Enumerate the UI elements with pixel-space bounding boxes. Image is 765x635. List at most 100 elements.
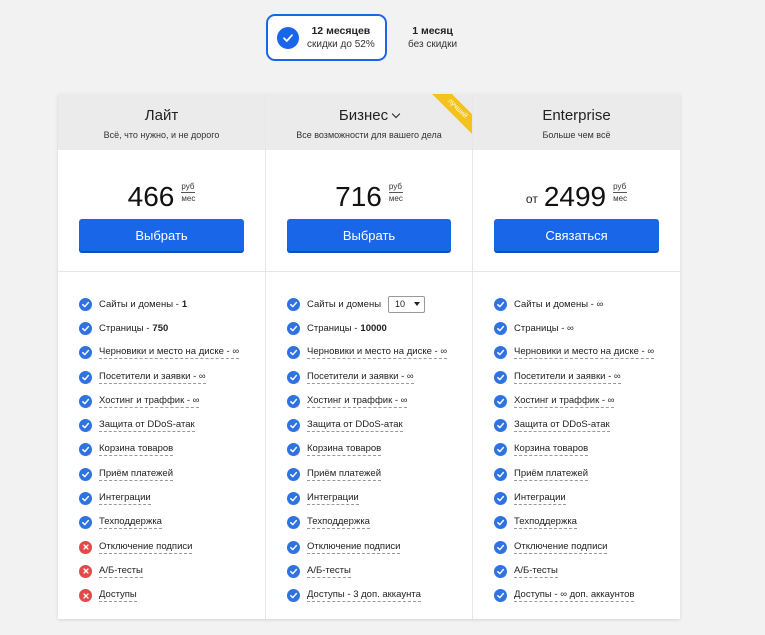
feature-item: Отключение подписи bbox=[287, 535, 472, 559]
check-circle-icon bbox=[494, 346, 507, 360]
feature-item: Защита от DDoS-атак bbox=[79, 413, 265, 437]
check-circle-icon bbox=[494, 443, 507, 457]
feature-item: Защита от DDoS-атак bbox=[494, 413, 680, 437]
feature-label[interactable]: А/Б-тесты bbox=[307, 565, 351, 578]
feature-label[interactable]: Защита от DDoS-атак bbox=[307, 419, 403, 433]
contact-button[interactable]: Связаться bbox=[494, 219, 659, 251]
feature-label[interactable]: Приём платежей bbox=[514, 468, 589, 481]
choose-plan-button[interactable]: Выбрать bbox=[79, 219, 244, 251]
feature-label[interactable]: Техподдержка bbox=[514, 516, 577, 530]
feature-label[interactable]: Посетители и заявки - ∞ bbox=[307, 371, 414, 384]
price-currency: руб bbox=[613, 182, 628, 193]
feature-label[interactable]: Черновики и место на диске - ∞ bbox=[99, 346, 240, 360]
price-prefix: от bbox=[525, 192, 538, 206]
feature-item: Хостинг и траффик - ∞ bbox=[494, 389, 680, 413]
feature-item: Доступы - ∞ доп. аккаунтов bbox=[494, 584, 680, 608]
feature-label[interactable]: Корзина товаров bbox=[307, 443, 382, 457]
feature-label: Страницы - bbox=[99, 322, 150, 334]
feature-label[interactable]: Черновики и место на диске - ∞ bbox=[514, 346, 655, 360]
feature-item: Черновики и место на диске - ∞ bbox=[494, 341, 680, 365]
check-circle-icon bbox=[79, 516, 92, 530]
price-amount: 2499 bbox=[543, 181, 607, 212]
feature-label[interactable]: Техподдержка bbox=[307, 516, 370, 530]
chevron-down-icon[interactable] bbox=[391, 109, 401, 119]
feature-label[interactable]: Хостинг и траффик - ∞ bbox=[99, 395, 200, 408]
feature-label[interactable]: Хостинг и траффик - ∞ bbox=[514, 395, 615, 408]
feature-label[interactable]: Техподдержка bbox=[99, 516, 162, 530]
price-unit: руб мес bbox=[613, 181, 628, 204]
feature-item: Техподдержка bbox=[79, 511, 265, 535]
feature-label[interactable]: Доступы - 3 доп. аккаунта bbox=[307, 589, 421, 603]
feature-item: Страницы - 750 bbox=[79, 316, 265, 340]
feature-label[interactable]: Отключение подписи bbox=[307, 541, 401, 554]
check-circle-icon bbox=[494, 394, 507, 408]
plan-description: Больше чем всё bbox=[542, 130, 611, 140]
dropdown-arrow-icon bbox=[414, 302, 421, 307]
feature-label[interactable]: Посетители и заявки - ∞ bbox=[99, 371, 206, 384]
feature-label[interactable]: Интеграции bbox=[307, 492, 359, 506]
plan-name: Бизнес bbox=[338, 107, 389, 124]
feature-label[interactable]: Отключение подписи bbox=[99, 541, 193, 554]
cross-circle-icon bbox=[79, 589, 92, 603]
check-circle-icon bbox=[494, 492, 507, 506]
check-circle-icon bbox=[287, 516, 300, 530]
feature-item: Приём платежей bbox=[494, 462, 680, 486]
feature-label[interactable]: Интеграции bbox=[514, 492, 566, 506]
feature-label[interactable]: Защита от DDoS-атак bbox=[99, 419, 195, 433]
price-currency: руб bbox=[388, 182, 403, 193]
feature-label[interactable]: А/Б-тесты bbox=[514, 565, 558, 578]
feature-label[interactable]: Защита от DDoS-атак bbox=[514, 419, 610, 433]
feature-item: Техподдержка bbox=[287, 511, 472, 535]
check-circle-icon bbox=[287, 346, 300, 360]
feature-label[interactable]: Приём платежей bbox=[99, 468, 174, 481]
price: 466 руб мес bbox=[58, 176, 265, 212]
feature-label[interactable]: Хостинг и траффик - ∞ bbox=[307, 395, 408, 408]
feature-item: Доступы bbox=[79, 584, 265, 608]
feature-label[interactable]: Корзина товаров bbox=[514, 443, 589, 457]
feature-label: Страницы - ∞ bbox=[514, 322, 574, 334]
best-badge-label: лучший bbox=[427, 94, 472, 139]
sites-count-select[interactable]: 10 bbox=[388, 295, 426, 313]
plan-column-lite: Лайт Всё, что нужно, и не дорого 466 руб… bbox=[58, 94, 265, 619]
check-circle-icon bbox=[287, 540, 300, 554]
plan-description: Всё, что нужно, и не дорого bbox=[103, 130, 220, 140]
price-unit: руб мес bbox=[181, 181, 196, 204]
feature-label[interactable]: Черновики и место на диске - ∞ bbox=[307, 346, 448, 360]
price-amount: 716 bbox=[335, 181, 382, 212]
feature-label[interactable]: Посетители и заявки - ∞ bbox=[514, 371, 621, 384]
feature-item: Хостинг и траффик - ∞ bbox=[79, 389, 265, 413]
price: 716 руб мес bbox=[266, 176, 472, 212]
feature-item: Страницы - ∞ bbox=[494, 316, 680, 340]
check-circle-icon bbox=[494, 419, 507, 433]
feature-label[interactable]: Отключение подписи bbox=[514, 541, 608, 554]
feature-label[interactable]: Доступы bbox=[99, 589, 137, 603]
price: от 2499 руб мес bbox=[473, 176, 680, 212]
period-option-1-month[interactable]: 1 месяц без скидки bbox=[408, 24, 457, 52]
check-circle-icon bbox=[287, 370, 300, 384]
plan-column-business: Бизнес Все возможности для вашего дела л… bbox=[265, 94, 473, 619]
feature-label: Сайты и домены bbox=[307, 298, 382, 310]
feature-item: Защита от DDoS-атак bbox=[287, 413, 472, 437]
period-option-12-months[interactable]: 12 месяцев скидки до 52% bbox=[266, 14, 387, 61]
period-subtitle: без скидки bbox=[408, 38, 458, 50]
feature-item: Корзина товаров bbox=[287, 438, 472, 462]
check-circle-icon bbox=[79, 394, 92, 408]
feature-label[interactable]: Приём платежей bbox=[307, 468, 382, 481]
feature-item: Отключение подписи bbox=[79, 535, 265, 559]
feature-label[interactable]: А/Б-тесты bbox=[99, 565, 143, 578]
feature-item: Посетители и заявки - ∞ bbox=[287, 365, 472, 389]
feature-list: Сайты и домены - 1 Страницы - 750 Черновик… bbox=[58, 272, 265, 608]
feature-item: Сайты и домены 10 bbox=[287, 292, 472, 316]
check-circle-icon bbox=[79, 467, 92, 481]
feature-label[interactable]: Интеграции bbox=[99, 492, 151, 506]
feature-label[interactable]: Корзина товаров bbox=[99, 443, 174, 457]
check-circle-icon bbox=[494, 516, 507, 530]
check-circle-icon bbox=[79, 346, 92, 360]
select-value: 10 bbox=[395, 299, 406, 310]
feature-label[interactable]: Доступы - ∞ доп. аккаунтов bbox=[514, 589, 635, 603]
feature-list: Сайты и домены 10 Страницы - 10000 Черновик… bbox=[266, 272, 472, 608]
feature-value: 1 bbox=[181, 298, 188, 310]
check-circle-icon bbox=[79, 443, 92, 457]
check-circle-icon bbox=[287, 297, 300, 311]
choose-plan-button[interactable]: Выбрать bbox=[287, 219, 451, 251]
